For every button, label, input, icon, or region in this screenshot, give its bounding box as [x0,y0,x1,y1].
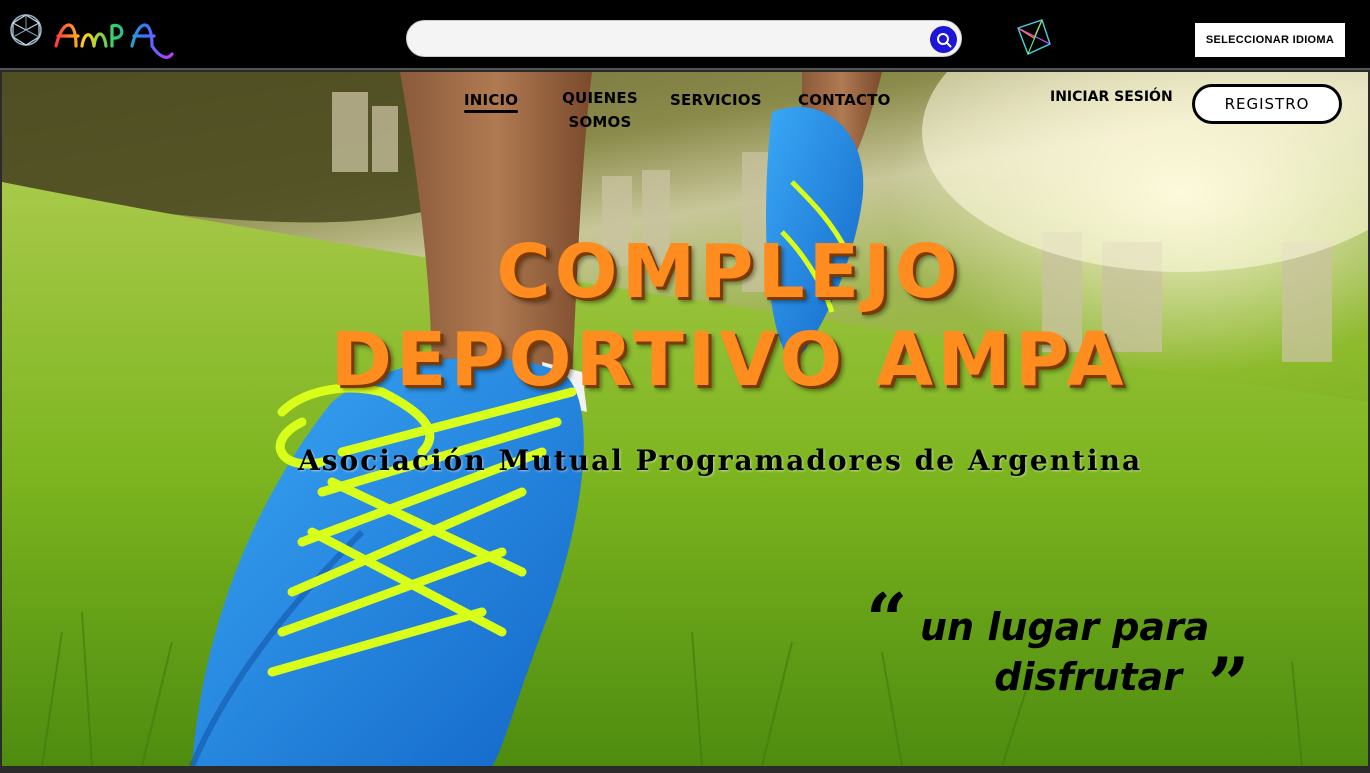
nav-item-label: INICIO [464,91,519,109]
select-language-button[interactable]: SELECCIONAR IDIOMA [1195,23,1345,57]
nav-item-servicios[interactable]: SERVICIOS [670,88,762,112]
search-input[interactable] [423,27,923,51]
nav-item-label-line1: QUIENES [562,89,638,107]
active-indicator [464,110,519,113]
register-button[interactable]: REGISTRO [1192,84,1342,124]
hero-banner: INICIO QUIENES SOMOS SERVICIOS CONTACTO … [2,72,1368,766]
search-icon [936,32,951,47]
login-link[interactable]: INICIAR SESIÓN [1050,89,1173,105]
quote-line2: disfrutar [994,655,1182,699]
hero-quote: un lugar para disfrutar [920,602,1240,702]
nav-item-quienes-somos[interactable]: QUIENES SOMOS [554,86,646,134]
hero-subtitle: Asociación Mutual Programadores de Argen… [298,444,1143,477]
geodesic-sphere-icon[interactable] [8,12,44,48]
quote-line1: un lugar para [920,605,1210,649]
wireframe-gem-icon [1017,19,1051,55]
top-bar: SELECCIONAR IDIOMA [0,0,1370,70]
quote-open-mark: “ [866,577,908,662]
nav-item-inicio[interactable]: INICIO [464,88,519,113]
nav-item-label-line2: SOMOS [568,113,632,131]
search-button[interactable] [930,26,957,53]
nav-item-contacto[interactable]: CONTACTO [798,88,891,112]
search-bar[interactable] [406,20,962,57]
quote-close-mark: ” [1208,641,1250,726]
hero-title-line1: COMPLEJO [496,229,962,315]
ampa-logo[interactable] [52,6,182,66]
hero-title-line2: DEPORTIVO AMPA [330,317,1128,403]
